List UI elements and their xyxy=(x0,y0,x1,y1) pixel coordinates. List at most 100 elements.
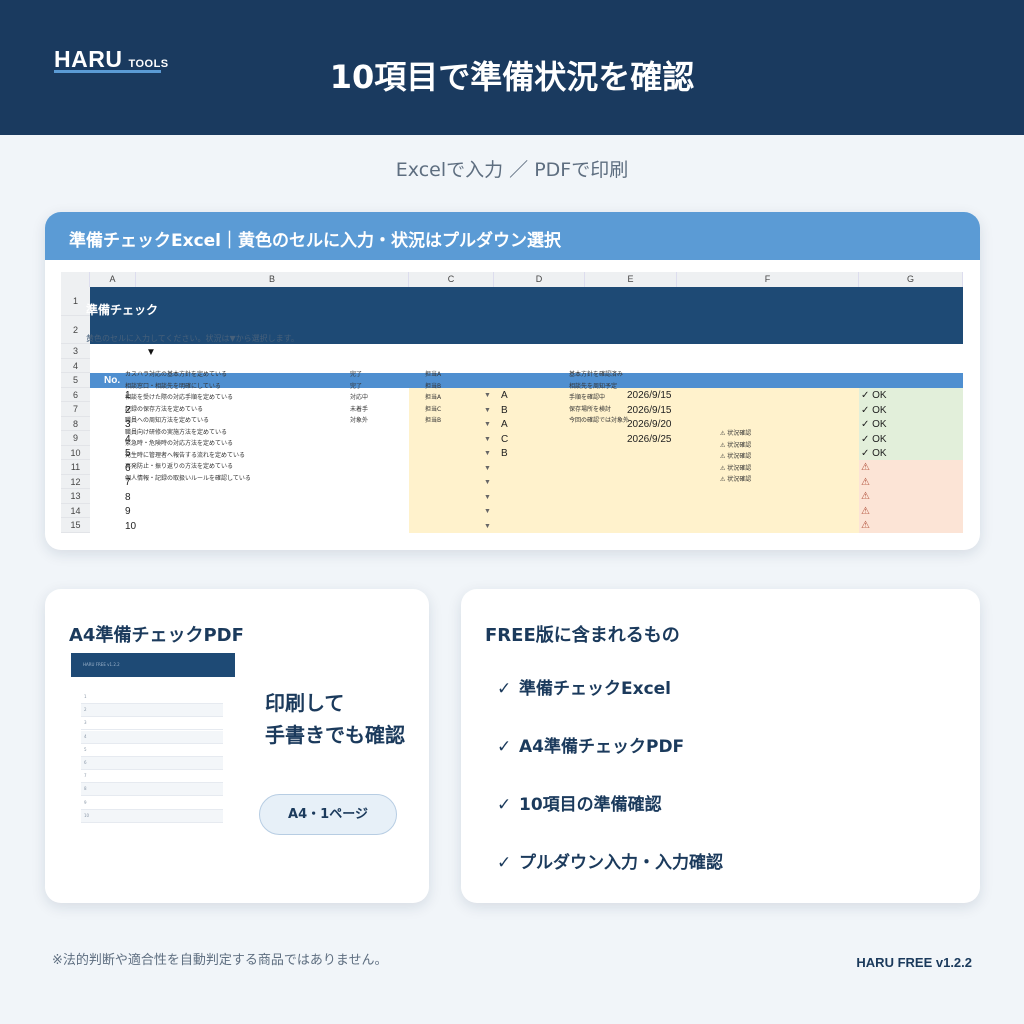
item-description: 個人情報・記録の取扱いルールを確認している xyxy=(125,474,251,482)
dropdown-arrow-icon[interactable]: ▼ xyxy=(484,465,491,472)
row-header[interactable]: 13 xyxy=(61,489,90,504)
dropdown-arrow-icon[interactable]: ▼ xyxy=(484,479,491,486)
excel-card-banner: 準備チェックExcel｜黄色のセルに入力・状況はプルダウン選択 xyxy=(45,212,980,260)
row-header[interactable]: 12 xyxy=(61,475,90,489)
excel-preview-card: 準備チェックExcel｜黄色のセルに入力・状況はプルダウン選択 A B C D … xyxy=(45,212,980,550)
column-header-c[interactable]: C xyxy=(409,272,494,287)
column-header-b[interactable]: B xyxy=(136,272,409,287)
item-number: 6 xyxy=(125,462,131,474)
result-ok: ✓ OK xyxy=(861,419,887,430)
status-value: 未着手 xyxy=(350,405,369,413)
a4-page-badge: A4・1ページ xyxy=(259,794,397,835)
dropdown-hint-arrow: ▼ xyxy=(146,347,156,358)
memo-value: 基本方針を確認済み xyxy=(569,371,624,378)
dropdown-arrow-icon[interactable]: ▼ xyxy=(484,494,491,501)
check-icon: ✓ xyxy=(497,679,512,699)
status-value: 完了 xyxy=(350,371,363,378)
pdf-message-line1: 印刷して xyxy=(265,691,345,715)
result-warning: ⚠ xyxy=(861,505,870,517)
dropdown-arrow-icon[interactable]: ▼ xyxy=(484,392,491,399)
status-value: 対応中 xyxy=(350,394,369,401)
priority-value: A xyxy=(501,390,508,401)
memo-value: 相談先を周知予定 xyxy=(569,382,618,390)
pdf-thumb-row-number: 1 xyxy=(84,694,87,699)
item-description: 緊急時・危険時の対応方法を定めている xyxy=(125,440,234,447)
result-ok: ✓ OK xyxy=(861,390,887,401)
item-number: 10 xyxy=(125,520,137,532)
version-label: HARU FREE v1.2.2 xyxy=(856,955,972,970)
dropdown-arrow-icon[interactable]: ▼ xyxy=(484,407,491,414)
row-header[interactable]: 7 xyxy=(61,402,90,417)
item-number: 7 xyxy=(125,477,131,488)
pdf-thumb-row: 10 xyxy=(81,809,223,823)
check-status-value: ⚠ 状況確認 xyxy=(720,453,752,460)
pdf-thumb-row-number: 6 xyxy=(84,760,87,765)
free-item-dropdown: ✓ プルダウン入力・入力確認 xyxy=(497,848,723,873)
pdf-message: 印刷して 手書きでも確認 xyxy=(265,687,405,751)
item-description: 記録の保存方法を定めている xyxy=(125,405,204,413)
detail-input-area[interactable] xyxy=(494,388,859,533)
result-ok: ✓ OK xyxy=(861,433,887,445)
column-header-f[interactable]: F xyxy=(677,272,859,287)
page-subtitle: Excelで入力 ／ PDFで印刷 xyxy=(395,159,629,181)
check-status-value: ⚠ 状況確認 xyxy=(720,464,752,472)
sheet-title-band: 準備チェック 黄色のセルに入力してください。状況は▼から選択します。 xyxy=(86,287,963,344)
column-header-g[interactable]: G xyxy=(859,272,963,287)
row-header[interactable]: 4 xyxy=(61,359,90,373)
sheet-instruction-note: 黄色のセルに入力してください。状況は▼から選択します。 xyxy=(86,334,299,343)
memo-value: 手順を確認中 xyxy=(569,394,606,401)
free-item-label: 準備チェックExcel xyxy=(519,679,672,699)
pdf-thumb-row: 4 xyxy=(81,730,223,744)
item-number: 1 xyxy=(125,390,131,401)
dropdown-arrow-icon[interactable]: ▼ xyxy=(484,508,491,515)
item-number: 3 xyxy=(125,419,131,430)
check-icon: ✓ xyxy=(497,795,512,815)
result-ok: ✓ OK xyxy=(861,404,887,416)
item-number: 5 xyxy=(125,448,131,459)
pdf-card: A4準備チェックPDF HARU FREE v1.2.2 1 2 3 4 5 6 7 8 9 10… xyxy=(45,589,429,903)
result-ok: ✓ OK xyxy=(861,448,887,459)
pdf-thumb-row-number: 10 xyxy=(84,812,90,818)
column-header-d[interactable]: D xyxy=(494,272,585,287)
row-header[interactable]: 8 xyxy=(61,417,90,431)
row-header[interactable]: 11 xyxy=(61,460,90,475)
priority-value: A xyxy=(501,419,508,430)
free-item-label: プルダウン入力・入力確認 xyxy=(519,853,723,873)
disclaimer-note: ※法的判断や適合性を自動判定する商品ではありません。 xyxy=(52,953,388,968)
column-header-e[interactable]: E xyxy=(585,272,677,287)
column-header-a[interactable]: A xyxy=(90,272,136,287)
row-header[interactable]: 9 xyxy=(61,431,90,446)
row-header[interactable]: 14 xyxy=(61,504,90,518)
free-item-label: A4準備チェックPDF xyxy=(519,737,685,757)
row-header[interactable]: 6 xyxy=(61,388,90,402)
no-column-header: No. xyxy=(104,375,121,386)
item-description: 発生時に管理者へ報告する流れを定めている xyxy=(125,451,246,459)
item-description: 相談窓口・相談先を明確にしている xyxy=(125,382,221,390)
owner-value: 担当A xyxy=(425,371,442,378)
pdf-thumb-row-number: 4 xyxy=(84,733,87,739)
result-warning: ⚠ xyxy=(861,476,870,488)
owner-value: 担当A xyxy=(425,394,442,401)
dropdown-arrow-icon[interactable]: ▼ xyxy=(484,436,491,443)
owner-value: 担当B xyxy=(425,417,442,424)
free-item-label: 10項目の準備確認 xyxy=(519,795,662,815)
row-header[interactable]: 15 xyxy=(61,518,90,533)
dropdown-arrow-icon[interactable]: ▼ xyxy=(484,523,491,530)
row-header[interactable]: 10 xyxy=(61,446,90,460)
pdf-thumbnail: HARU FREE v1.2.2 1 2 3 4 5 6 7 8 9 10 xyxy=(71,653,235,829)
pdf-thumb-row: 7 xyxy=(81,770,223,784)
pdf-thumb-row: 6 xyxy=(81,757,223,770)
dropdown-arrow-icon[interactable]: ▼ xyxy=(484,421,491,428)
dropdown-arrow-icon[interactable]: ▼ xyxy=(484,450,491,457)
pdf-message-line2: 手書きでも確認 xyxy=(265,723,405,747)
select-all-corner[interactable] xyxy=(61,272,90,287)
check-status-value: ⚠ 状況確認 xyxy=(720,441,752,449)
free-item-excel: ✓ 準備チェックExcel xyxy=(497,674,671,699)
row-header[interactable]: 5 xyxy=(61,373,90,388)
result-warning: ⚠ xyxy=(861,462,870,473)
status-input-column[interactable] xyxy=(409,388,494,533)
row-header[interactable]: 3 xyxy=(61,344,90,359)
free-card-title: FREE版に含まれるもの xyxy=(485,625,680,646)
priority-value: C xyxy=(501,433,509,445)
result-warning: ⚠ xyxy=(861,520,870,531)
